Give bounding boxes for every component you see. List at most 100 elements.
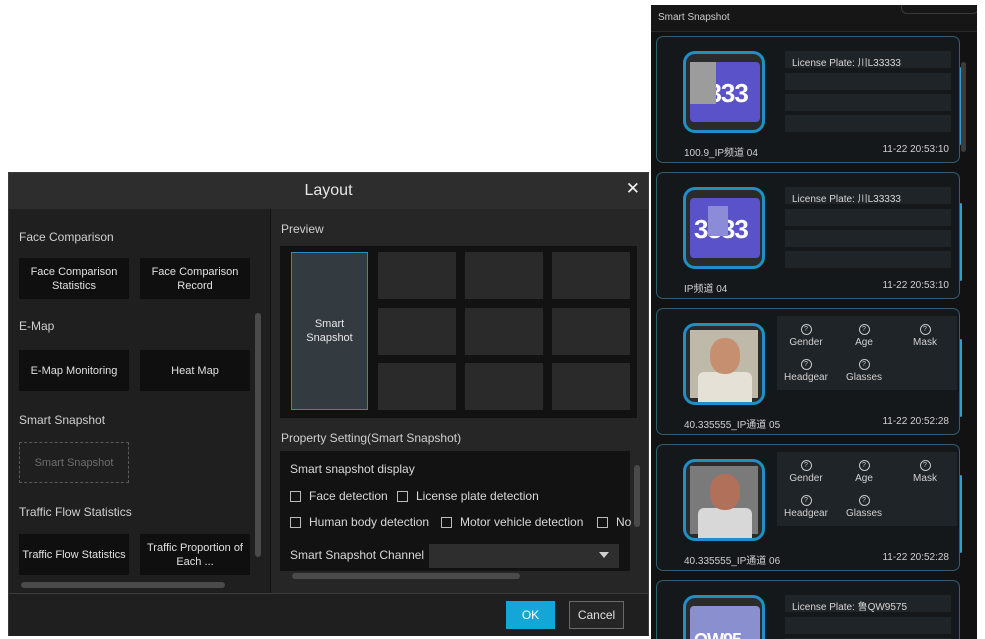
snapshot-source: 40.335555_IP通道 06 <box>684 556 781 567</box>
attr-age: ? Age <box>855 460 873 484</box>
face-detection-checkbox[interactable]: Face detection <box>290 489 388 503</box>
snapshot-source: 40.335555_IP通道 05 <box>684 420 781 431</box>
preview-label: Preview <box>281 222 324 236</box>
layout-settings-panel: Preview Smart Snapshot Property Setting(… <box>271 209 648 593</box>
section-smart-snapshot: Smart Snapshot <box>19 413 106 427</box>
property-setting-box: Smart snapshot display Face detection Li… <box>280 451 631 571</box>
license-plate-image: QW95 <box>690 606 760 639</box>
preview-cell[interactable] <box>552 252 630 299</box>
plate-thumbnail: QW95 <box>683 595 765 639</box>
chevron-down-icon <box>599 552 609 558</box>
snapshot-scrollbar[interactable] <box>961 62 966 152</box>
section-face-comparison: Face Comparison <box>19 230 114 244</box>
tile-heat-map[interactable]: Heat Map <box>140 350 250 391</box>
face-detection-label: Face detection <box>309 489 388 503</box>
blur-mask <box>708 206 728 236</box>
plate-text: License Plate: 川L33333 <box>792 194 901 205</box>
tile-traffic-proportion[interactable]: Traffic Proportion of Each ... <box>140 534 250 575</box>
info-line <box>785 94 951 111</box>
property-vertical-scrollbar[interactable] <box>634 465 640 527</box>
face-image-head <box>710 338 740 374</box>
question-icon: ? <box>800 324 812 335</box>
preview-cell[interactable] <box>465 252 543 299</box>
question-icon: ? <box>800 460 812 471</box>
human-body-detection-checkbox[interactable]: Human body detection <box>290 515 429 529</box>
preview-cell[interactable] <box>378 308 456 355</box>
snapshot-card[interactable]: QW95 License Plate: 鲁QW9575 <box>656 580 960 639</box>
layout-dialog: Layout ✕ Face Comparison Face Comparison… <box>8 172 649 636</box>
blur-mask <box>690 62 716 104</box>
snapshot-channel-select[interactable] <box>429 544 619 568</box>
plate-text: License Plate: 鲁QW9575 <box>792 602 908 613</box>
info-line <box>785 617 951 634</box>
human-body-detection-label: Human body detection <box>309 515 430 529</box>
cancel-button[interactable]: Cancel <box>569 601 624 629</box>
snapshot-card[interactable]: 7333 License Plate: 川L33333 100.9_IP频道 0… <box>656 36 962 163</box>
ok-button[interactable]: OK <box>506 601 555 629</box>
left-vertical-scrollbar[interactable] <box>255 313 261 557</box>
question-icon: ? <box>800 359 812 370</box>
info-line <box>785 115 951 132</box>
face-thumbnail <box>683 459 765 541</box>
plate-image-text: QW95 <box>694 630 742 639</box>
preview-main-cell[interactable]: Smart Snapshot <box>291 252 368 410</box>
panel-tab-handle[interactable] <box>901 5 977 14</box>
face-image <box>690 330 758 402</box>
snapshot-display-label: Smart snapshot display <box>290 462 415 476</box>
motor-vehicle-detection-checkbox[interactable]: Motor vehicle detection <box>441 515 583 529</box>
tile-smart-snapshot[interactable]: Smart Snapshot <box>19 442 129 483</box>
face-image <box>690 466 758 538</box>
info-line <box>785 73 951 90</box>
dialog-title: Layout <box>304 182 353 199</box>
snapshot-source: 100.9_IP频道 04 <box>684 148 758 159</box>
preview-cell[interactable] <box>378 252 456 299</box>
question-icon: ? <box>858 460 870 471</box>
question-icon: ? <box>858 359 870 370</box>
card-accent-edge <box>960 203 962 281</box>
question-icon: ? <box>800 495 812 506</box>
preview-cell[interactable] <box>552 308 630 355</box>
attr-glasses: ? Glasses <box>845 359 883 383</box>
attr-glasses: ? Glasses <box>845 495 883 519</box>
tile-face-comparison-record[interactable]: Face Comparison Record <box>140 258 250 299</box>
no-option-label: No <box>616 515 632 529</box>
no-option-checkbox[interactable]: No <box>597 515 631 529</box>
question-icon: ? <box>858 324 870 335</box>
preview-cell[interactable] <box>465 363 543 410</box>
card-accent-edge <box>960 339 962 417</box>
snapshot-card[interactable]: ? Gender ? Age ? Mask ? Headgear ? Glasses 40… <box>656 308 962 435</box>
tile-traffic-flow-statistics[interactable]: Traffic Flow Statistics <box>19 534 129 575</box>
snapshot-channel-label: Smart Snapshot Channel <box>290 548 425 562</box>
question-icon: ? <box>919 324 931 335</box>
plate-thumbnail: 7333 <box>683 51 765 133</box>
face-image-body <box>698 372 752 402</box>
question-icon: ? <box>919 460 931 471</box>
face-image-body <box>698 508 752 538</box>
preview-cell[interactable] <box>378 363 456 410</box>
snapshot-card[interactable]: ? Gender ? Age ? Mask ? Headgear ? Glasses 40… <box>656 444 962 571</box>
question-icon: ? <box>858 495 870 506</box>
dialog-title-bar: Layout ✕ <box>9 173 648 210</box>
preview-cell[interactable] <box>552 363 630 410</box>
smart-snapshot-panel: Smart Snapshot 7333 License Plate: 川L333… <box>651 5 977 639</box>
snapshot-time: 11-22 20:53:10 <box>882 144 949 155</box>
attr-age: ? Age <box>855 324 873 348</box>
plate-thumbnail: 3333 <box>683 187 765 269</box>
license-plate-detection-checkbox[interactable]: License plate detection <box>397 489 539 503</box>
snapshot-source: IP频道 04 <box>684 284 728 295</box>
tile-face-comparison-statistics[interactable]: Face Comparison Statistics <box>19 258 129 299</box>
preview-cell[interactable] <box>465 308 543 355</box>
attr-gender: ? Gender <box>789 460 823 484</box>
info-line <box>785 251 951 268</box>
license-plate-detection-label: License plate detection <box>416 489 539 503</box>
tile-e-map-monitoring[interactable]: E-Map Monitoring <box>19 350 129 391</box>
layout-component-list: Face Comparison Face Comparison Statisti… <box>9 209 270 593</box>
close-icon[interactable]: ✕ <box>626 179 640 199</box>
property-horizontal-scrollbar[interactable] <box>292 573 520 579</box>
dialog-footer: OK Cancel <box>9 593 648 636</box>
snapshot-time: 11-22 20:53:10 <box>882 280 949 291</box>
info-line <box>785 209 951 226</box>
left-horizontal-scrollbar[interactable] <box>21 582 225 588</box>
snapshot-card[interactable]: 3333 License Plate: 川L33333 IP频道 04 11-2… <box>656 172 962 299</box>
info-line <box>785 230 951 247</box>
